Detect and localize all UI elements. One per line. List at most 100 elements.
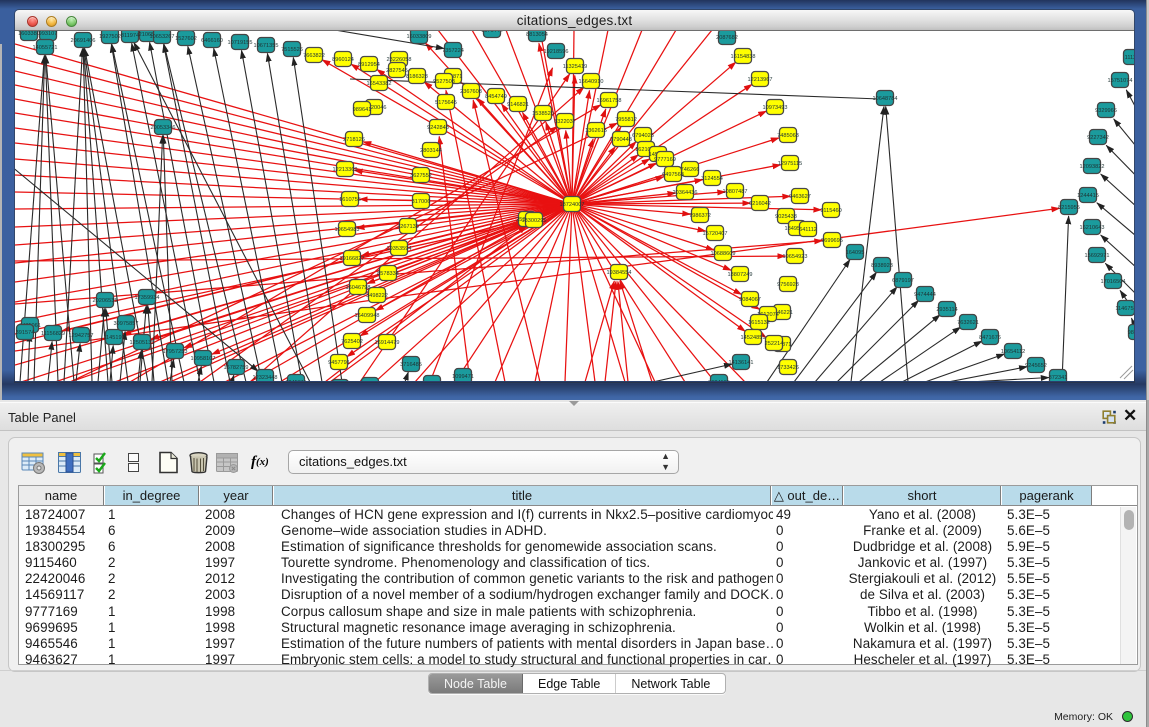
svg-text:15720407: 15720407 [703, 231, 728, 237]
svg-text:8454749: 8454749 [485, 94, 507, 100]
svg-text:16033809: 16033809 [407, 34, 432, 40]
svg-text:9527508: 9527508 [433, 79, 455, 85]
svg-text:10719155: 10719155 [228, 40, 253, 46]
svg-text:3267130: 3267130 [397, 224, 419, 230]
svg-text:1099471: 1099471 [452, 374, 474, 380]
svg-text:10973493: 10973493 [763, 105, 788, 111]
svg-text:9474444: 9474444 [914, 292, 936, 298]
svg-text:19218596: 19218596 [544, 49, 569, 55]
svg-text:15692971: 15692971 [1085, 253, 1110, 259]
svg-text:12093822: 12093822 [1080, 164, 1105, 170]
svg-text:3627552: 3627552 [410, 173, 432, 179]
svg-text:7357224: 7357224 [442, 48, 464, 54]
svg-text:8215955: 8215955 [1058, 205, 1080, 211]
svg-text:19384554: 19384554 [607, 270, 632, 276]
svg-text:1610755: 1610755 [339, 197, 361, 203]
svg-text:872341: 872341 [1049, 375, 1068, 381]
svg-text:9025438: 9025438 [775, 214, 797, 220]
svg-text:12213967: 12213967 [748, 77, 773, 83]
svg-text:18300295: 18300295 [522, 218, 547, 224]
svg-text:10653267: 10653267 [150, 34, 175, 40]
svg-text:811974: 811974 [121, 33, 139, 39]
svg-text:2803144: 2803144 [420, 148, 442, 154]
svg-text:7663822: 7663822 [303, 53, 325, 59]
svg-text:641112: 641112 [799, 227, 817, 233]
svg-text:8186328: 8186328 [406, 74, 428, 80]
svg-text:9329966: 9329966 [1095, 108, 1117, 114]
svg-text:30975857: 30975857 [114, 321, 139, 327]
svg-text:16210643: 16210643 [1080, 225, 1105, 231]
svg-text:20053346: 20053346 [151, 125, 176, 131]
svg-text:6794028: 6794028 [632, 133, 654, 139]
svg-text:7485063: 7485063 [777, 133, 799, 139]
svg-text:8938923: 8938923 [871, 263, 893, 269]
svg-text:1538520: 1538520 [532, 111, 554, 117]
svg-text:1145197: 1145197 [103, 335, 124, 341]
svg-text:10688609: 10688609 [711, 251, 736, 257]
svg-text:8912954: 8912954 [358, 62, 380, 68]
svg-text:1146753: 1146753 [1115, 306, 1134, 312]
svg-text:19654923: 19654923 [783, 254, 808, 260]
svg-text:1362615: 1362615 [585, 128, 607, 134]
svg-text:19654983: 19654983 [335, 227, 360, 233]
svg-text:2827545: 2827545 [386, 68, 408, 74]
svg-text:8578334: 8578334 [377, 271, 399, 277]
svg-text:16046798: 16046798 [346, 285, 371, 291]
svg-text:16914479: 16914479 [375, 340, 400, 346]
svg-text:3716485: 3716485 [400, 362, 422, 368]
svg-text:16961758: 16961758 [597, 98, 622, 104]
svg-text:9115460: 9115460 [820, 208, 841, 214]
svg-text:9245011: 9245011 [285, 380, 306, 381]
svg-text:10671355: 10671355 [254, 43, 279, 49]
svg-text:993107: 993107 [39, 31, 58, 37]
svg-text:16543382: 16543382 [367, 81, 392, 87]
svg-text:16640910: 16640910 [579, 79, 604, 85]
svg-text:1927502: 1927502 [99, 34, 121, 40]
svg-text:10648784: 10648784 [873, 96, 898, 102]
svg-text:9756928: 9756928 [777, 282, 799, 288]
svg-text:989641: 989641 [353, 107, 372, 113]
svg-text:2087682: 2087682 [716, 35, 738, 41]
svg-text:7515526: 7515526 [281, 47, 303, 53]
svg-text:12975115: 12975115 [778, 161, 802, 167]
svg-text:11156829: 11156829 [41, 331, 65, 337]
svg-text:16782759: 16782759 [224, 365, 249, 371]
svg-text:17016504: 17016504 [1101, 279, 1126, 285]
svg-text:9777169: 9777169 [654, 157, 676, 163]
svg-text:1876444: 1876444 [481, 31, 503, 34]
svg-text:9227342: 9227342 [1087, 135, 1109, 141]
svg-text:3498222: 3498222 [366, 293, 388, 299]
svg-text:6466160: 6466160 [201, 38, 223, 44]
svg-text:12213369: 12213369 [333, 167, 358, 173]
svg-text:10654112: 10654112 [1001, 349, 1025, 355]
svg-text:2935114: 2935114 [936, 307, 957, 313]
svg-text:6216042: 6216042 [749, 201, 771, 207]
svg-text:8471676: 8471676 [979, 335, 1001, 341]
svg-text:6497568: 6497568 [662, 172, 684, 178]
svg-text:17359934: 17359934 [135, 295, 160, 301]
svg-text:14055721: 14055721 [33, 45, 58, 51]
svg-text:3124554: 3124554 [701, 176, 723, 182]
svg-text:20691406: 20691406 [71, 38, 96, 44]
svg-text:12505135: 12505135 [130, 340, 155, 346]
svg-text:1527602: 1527602 [175, 36, 197, 42]
svg-text:9790448: 9790448 [610, 137, 632, 143]
svg-text:252214: 252214 [765, 341, 784, 347]
svg-text:19166827: 19166827 [340, 256, 365, 262]
svg-text:18724007: 18724007 [560, 202, 585, 208]
svg-text:18807249: 18807249 [728, 272, 753, 278]
svg-text:9245652: 9245652 [1025, 363, 1047, 369]
svg-text:9146821: 9146821 [507, 102, 529, 108]
svg-text:9463627: 9463627 [789, 194, 811, 200]
svg-text:16409948: 16409948 [355, 313, 380, 319]
svg-text:14524851: 14524851 [741, 335, 766, 341]
svg-text:9242848: 9242848 [427, 125, 449, 131]
svg-text:6879197: 6879197 [892, 278, 914, 284]
svg-text:8960124: 8960124 [332, 57, 354, 63]
svg-text:1244415: 1244415 [1077, 193, 1099, 199]
svg-text:14136141: 14136141 [729, 360, 754, 366]
svg-text:9699695: 9699695 [821, 238, 843, 244]
svg-text:5175645: 5175645 [435, 100, 457, 106]
svg-text:164095: 164095 [846, 250, 865, 256]
svg-text:19353594: 19353594 [387, 246, 412, 252]
